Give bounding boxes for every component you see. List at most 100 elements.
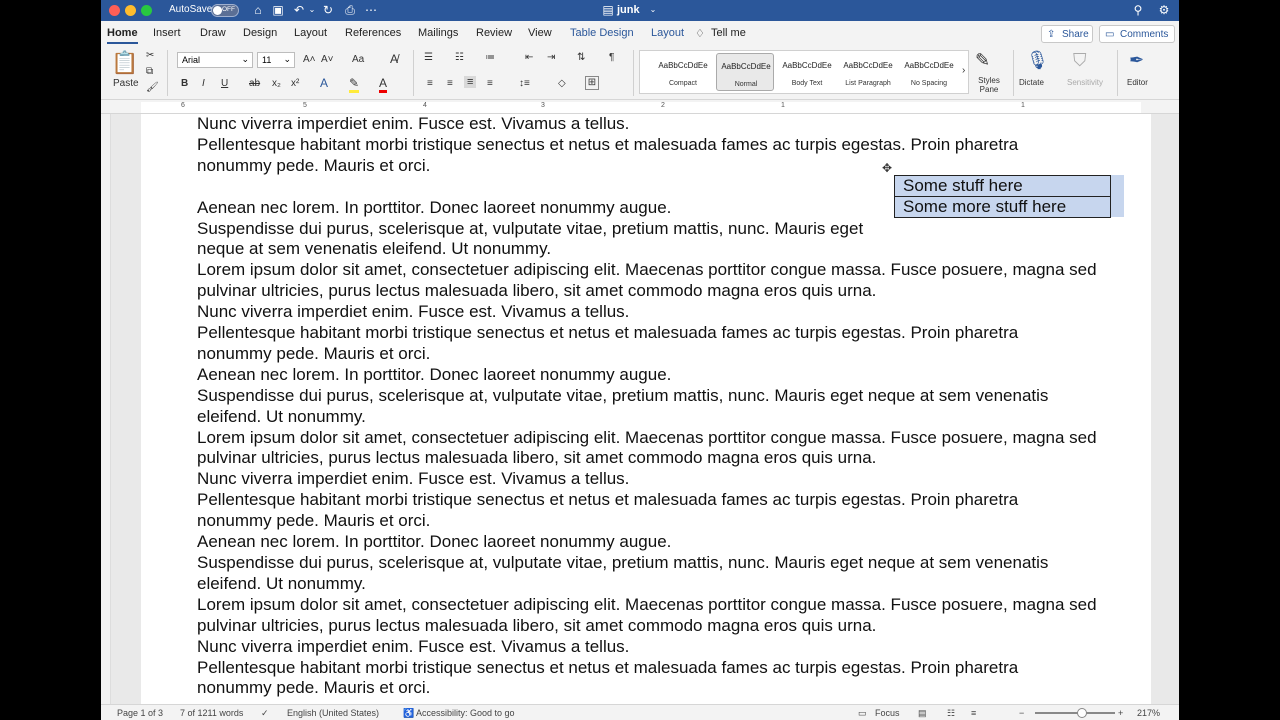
accessibility-icon[interactable]: ♿ bbox=[403, 708, 414, 719]
close-window-button[interactable] bbox=[109, 5, 120, 16]
page-count[interactable]: Page 1 of 3 bbox=[117, 708, 163, 718]
style-no-spacing[interactable]: AaBbCcDdEe No Spacing bbox=[900, 53, 958, 91]
paragraph[interactable]: Pellentesque habitant morbi tristique se… bbox=[197, 490, 1097, 532]
sort-icon[interactable]: ⇅ bbox=[577, 52, 585, 63]
line-spacing-icon[interactable]: ↕≡ bbox=[519, 78, 530, 89]
print-layout-icon[interactable]: ▤ bbox=[918, 708, 927, 719]
comments-button[interactable]: ▭ Comments bbox=[1099, 25, 1175, 43]
underline-icon[interactable]: U bbox=[221, 78, 228, 89]
focus-icon[interactable]: ▭ bbox=[858, 708, 867, 719]
document-title[interactable]: junk bbox=[617, 4, 640, 16]
paragraph[interactable]: Suspendisse dui purus, scelerisque at, v… bbox=[197, 386, 1097, 428]
paragraph[interactable]: Nunc viverra imperdiet enim. Fusce est. … bbox=[197, 469, 1097, 490]
paragraph[interactable]: Suspendisse dui purus, scelerisque at, v… bbox=[197, 219, 877, 261]
redo-icon[interactable]: ↻ bbox=[321, 3, 335, 17]
highlight-icon[interactable]: ✎ bbox=[349, 76, 360, 93]
styles-pane-icon[interactable]: ✎ bbox=[975, 50, 990, 71]
home-icon[interactable]: ⌂ bbox=[251, 3, 265, 17]
tell-me-field[interactable]: Tell me bbox=[711, 27, 746, 39]
horizontal-ruler[interactable]: 6 5 4 3 2 1 1 bbox=[101, 101, 1179, 114]
paste-icon[interactable]: 📋 bbox=[111, 50, 138, 76]
bold-icon[interactable]: B bbox=[181, 78, 188, 89]
minimize-window-button[interactable] bbox=[125, 5, 136, 16]
account-icon[interactable]: ⚙ bbox=[1157, 3, 1171, 17]
tab-draw[interactable]: Draw bbox=[200, 27, 226, 39]
more-icon[interactable]: ⋯ bbox=[364, 3, 378, 17]
style-compact[interactable]: AaBbCcDdEe Compact bbox=[654, 53, 712, 91]
numbering-icon[interactable]: ☷ bbox=[455, 52, 464, 63]
document-page[interactable]: Nunc viverra imperdiet enim. Fusce est. … bbox=[141, 114, 1151, 704]
web-layout-icon[interactable]: ☷ bbox=[947, 708, 955, 719]
font-name-select[interactable]: Arial ⌄ bbox=[177, 52, 253, 68]
paragraph[interactable]: Suspendisse dui purus, scelerisque at, v… bbox=[197, 553, 1097, 595]
save-icon[interactable]: ▣ bbox=[271, 3, 285, 17]
tab-home[interactable]: Home bbox=[107, 27, 138, 44]
decrease-indent-icon[interactable]: ⇤ bbox=[525, 52, 533, 63]
undo-icon[interactable]: ↶ bbox=[292, 3, 306, 17]
print-icon[interactable]: ⎙ bbox=[343, 3, 357, 17]
table-cell[interactable]: Some stuff here bbox=[894, 175, 1111, 197]
borders-icon[interactable]: ⊞ bbox=[585, 76, 599, 90]
tab-view[interactable]: View bbox=[528, 27, 552, 39]
align-right-icon[interactable]: ≡ bbox=[464, 76, 477, 88]
autosave-toggle[interactable]: OFF bbox=[211, 4, 239, 17]
change-case-icon[interactable]: Aa bbox=[352, 54, 364, 65]
tab-review[interactable]: Review bbox=[476, 27, 512, 39]
zoom-slider[interactable] bbox=[1035, 712, 1115, 714]
format-painter-icon[interactable]: 🖌 bbox=[146, 82, 159, 93]
italic-icon[interactable]: I bbox=[202, 78, 205, 89]
tab-design[interactable]: Design bbox=[243, 27, 277, 39]
show-formatting-icon[interactable]: ¶ bbox=[609, 52, 614, 63]
document-canvas[interactable]: Nunc viverra imperdiet enim. Fusce est. … bbox=[111, 114, 1179, 704]
subscript-icon[interactable]: x₂ bbox=[272, 78, 281, 89]
tab-layout[interactable]: Layout bbox=[294, 27, 327, 39]
zoom-slider-knob[interactable] bbox=[1077, 708, 1087, 718]
paragraph[interactable]: Pellentesque habitant morbi tristique se… bbox=[197, 658, 1097, 700]
tab-table-layout[interactable]: Layout bbox=[651, 27, 684, 39]
floating-table[interactable]: Some stuff here Some more stuff here bbox=[894, 175, 1111, 218]
zoom-out-icon[interactable]: − bbox=[1019, 708, 1024, 718]
tab-table-design[interactable]: Table Design bbox=[570, 27, 634, 39]
paragraph[interactable]: Aenean nec lorem. In porttitor. Donec la… bbox=[197, 532, 1097, 553]
font-color-icon[interactable]: A bbox=[379, 76, 388, 93]
paragraph[interactable]: Nunc viverra imperdiet enim. Fusce est. … bbox=[197, 114, 1097, 135]
table-cell[interactable]: Some more stuff here bbox=[894, 196, 1111, 218]
strikethrough-icon[interactable]: ab bbox=[249, 78, 260, 89]
share-button[interactable]: ⇪ Share bbox=[1041, 25, 1093, 43]
vertical-ruler[interactable] bbox=[101, 114, 111, 704]
cut-icon[interactable]: ✂ bbox=[146, 50, 154, 61]
undo-dropdown-icon[interactable]: ⌄ bbox=[305, 3, 319, 17]
superscript-icon[interactable]: x² bbox=[291, 78, 299, 89]
paragraph[interactable]: Pellentesque habitant morbi tristique se… bbox=[197, 323, 1097, 365]
read-mode-icon[interactable]: ≡ bbox=[971, 708, 976, 718]
search-icon[interactable]: ⚲ bbox=[1131, 3, 1145, 17]
style-body-text[interactable]: AaBbCcDdEe Body Text bbox=[778, 53, 836, 91]
zoom-in-icon[interactable]: + bbox=[1118, 708, 1123, 718]
tab-insert[interactable]: Insert bbox=[153, 27, 181, 39]
style-list-paragraph[interactable]: AaBbCcDdEe List Paragraph bbox=[839, 53, 897, 91]
editor-label[interactable]: Editor bbox=[1127, 78, 1148, 87]
accessibility-status[interactable]: Accessibility: Good to go bbox=[416, 708, 515, 718]
align-left-icon[interactable]: ≡ bbox=[427, 78, 433, 89]
paragraph[interactable]: Pellentesque habitant morbi tristique se… bbox=[197, 135, 1097, 177]
microphone-icon[interactable]: 🎙 bbox=[1026, 50, 1049, 71]
zoom-level[interactable]: 217% bbox=[1137, 708, 1160, 718]
tab-mailings[interactable]: Mailings bbox=[418, 27, 458, 39]
paragraph[interactable]: Lorem ipsum dolor sit amet, consectetuer… bbox=[197, 260, 1097, 302]
clear-formatting-icon[interactable]: A̸ bbox=[390, 52, 398, 66]
paragraph[interactable]: Aenean nec lorem. In porttitor. Donec la… bbox=[197, 365, 1097, 386]
paragraph[interactable]: Lorem ipsum dolor sit amet, consectetuer… bbox=[197, 428, 1097, 470]
tab-references[interactable]: References bbox=[345, 27, 401, 39]
paragraph[interactable]: Lorem ipsum dolor sit amet, consectetuer… bbox=[197, 595, 1097, 637]
paragraph[interactable]: Nunc viverra imperdiet enim. Fusce est. … bbox=[197, 637, 1097, 658]
gallery-next-icon[interactable]: › bbox=[962, 65, 965, 76]
shrink-font-icon[interactable]: A˅ bbox=[321, 54, 334, 65]
font-size-select[interactable]: 11 ⌄ bbox=[257, 52, 295, 68]
styles-pane-label[interactable]: Styles Pane bbox=[971, 76, 1007, 94]
shading-icon[interactable]: ◇ bbox=[558, 78, 566, 89]
editor-icon[interactable]: ✒ bbox=[1129, 50, 1144, 71]
align-center-icon[interactable]: ≡ bbox=[447, 78, 453, 89]
dictate-label[interactable]: Dictate bbox=[1019, 78, 1044, 87]
paragraph[interactable]: Nunc viverra imperdiet enim. Fusce est. … bbox=[197, 302, 1097, 323]
table-move-handle-icon[interactable]: ✥ bbox=[882, 161, 892, 175]
